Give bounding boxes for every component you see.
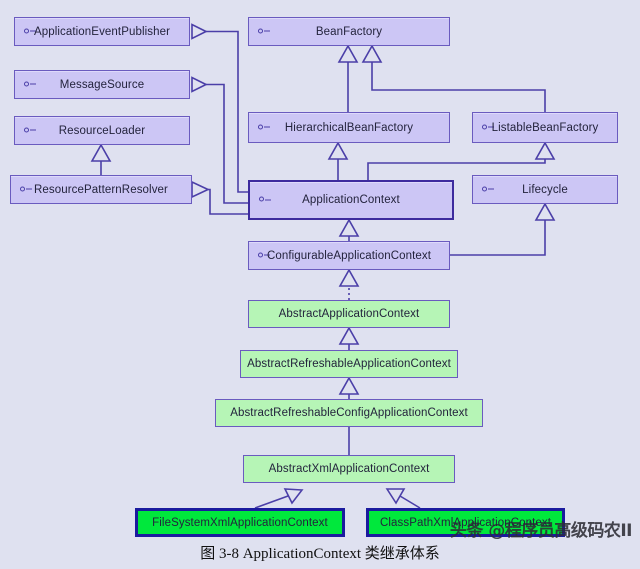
uml-node-applicationeventpublisher[interactable]: ApplicationEventPublisher bbox=[14, 17, 190, 46]
uml-node-applicationcontext[interactable]: ApplicationContext bbox=[248, 180, 454, 220]
interface-lollipop-icon bbox=[258, 124, 271, 131]
interface-lollipop-icon bbox=[24, 81, 37, 88]
uml-node-abstractrefreshableapplicationcontext[interactable]: AbstractRefreshableApplicationContext bbox=[240, 350, 458, 378]
figure-caption: 图 3-8 ApplicationContext 类继承体系 bbox=[200, 546, 440, 562]
uml-node-configurableapplicationcontext[interactable]: ConfigurableApplicationContext bbox=[248, 241, 450, 270]
uml-node-label: FileSystemXmlApplicationContext bbox=[152, 516, 328, 529]
edge-abstractrefreshableapplicationcontext-abstractapplicationcontext bbox=[338, 326, 360, 350]
uml-node-lifecycle[interactable]: Lifecycle bbox=[472, 175, 618, 204]
edge-applicationcontext-hierarchicalbeanfactory bbox=[327, 141, 349, 180]
edge-applicationcontext-messagesource bbox=[191, 76, 248, 204]
uml-node-abstractxmlapplicationcontext[interactable]: AbstractXmlApplicationContext bbox=[243, 455, 455, 483]
uml-node-resourcepatternresolver[interactable]: ResourcePatternResolver bbox=[10, 175, 192, 204]
uml-node-listablebeanfactory[interactable]: ListableBeanFactory bbox=[472, 112, 618, 143]
edge-resourcepatternresolver-resourceloader bbox=[90, 143, 112, 175]
edge-applicationcontext-resourcepatternresolver bbox=[191, 180, 248, 215]
uml-node-label: MessageSource bbox=[59, 78, 145, 91]
uml-node-label: ConfigurableApplicationContext bbox=[266, 249, 432, 262]
uml-node-label: HierarchicalBeanFactory bbox=[284, 121, 414, 134]
uml-node-resourceloader[interactable]: ResourceLoader bbox=[14, 116, 190, 145]
uml-node-label: ApplicationEventPublisher bbox=[33, 25, 171, 38]
uml-node-label: ApplicationContext bbox=[302, 194, 400, 206]
edge-classpathxmlapplicationcontext-abstractxmlapplicationcontext bbox=[385, 488, 421, 509]
edge-abstractrefreshableconfigapplicationcontext-abstractrefreshableapplicationcontext bbox=[338, 376, 360, 399]
uml-node-label: BeanFactory bbox=[315, 25, 383, 38]
uml-node-filesystemxmlapplicationcontext[interactable]: FileSystemXmlApplicationContext bbox=[135, 508, 345, 537]
edge-listablebeanfactory-beanfactory bbox=[361, 44, 546, 112]
edge-filesystemxmlapplicationcontext-abstractxmlapplicationcontext bbox=[254, 488, 304, 509]
uml-node-label: ClassPathXmlApplicationContext bbox=[379, 516, 552, 529]
interface-lollipop-icon bbox=[24, 127, 37, 134]
edge-configurableapplicationcontext-lifecycle bbox=[450, 202, 556, 256]
uml-node-hierarchicalbeanfactory[interactable]: HierarchicalBeanFactory bbox=[248, 112, 450, 143]
uml-node-label: Lifecycle bbox=[522, 183, 568, 196]
edge-abstractapplicationcontext-configurableapplicationcontext bbox=[338, 268, 360, 300]
uml-node-label: ResourcePatternResolver bbox=[34, 183, 168, 196]
uml-node-label: AbstractApplicationContext bbox=[278, 308, 420, 320]
edge-applicationcontext-applicationeventpublisher bbox=[191, 23, 248, 193]
edge-hierarchicalbeanfactory-beanfactory bbox=[337, 44, 359, 112]
interface-lollipop-icon bbox=[259, 196, 272, 204]
interface-lollipop-icon bbox=[482, 186, 495, 193]
uml-node-label: ResourceLoader bbox=[58, 124, 146, 137]
edge-configurableapplicationcontext-applicationcontext bbox=[338, 218, 360, 241]
uml-node-messagesource[interactable]: MessageSource bbox=[14, 70, 190, 99]
uml-node-abstractapplicationcontext[interactable]: AbstractApplicationContext bbox=[248, 300, 450, 328]
uml-node-label: AbstractXmlApplicationContext bbox=[268, 463, 430, 475]
interface-lollipop-icon bbox=[20, 186, 33, 193]
uml-node-abstractrefreshableconfigapplicationcontext[interactable]: AbstractRefreshableConfigApplicationCont… bbox=[215, 399, 483, 427]
uml-node-label: AbstractRefreshableConfigApplicationCont… bbox=[230, 407, 468, 419]
interface-lollipop-icon bbox=[258, 28, 271, 35]
uml-node-label: ListableBeanFactory bbox=[491, 121, 599, 134]
uml-node-beanfactory[interactable]: BeanFactory bbox=[248, 17, 450, 46]
uml-node-label: AbstractRefreshableApplicationContext bbox=[247, 358, 451, 370]
